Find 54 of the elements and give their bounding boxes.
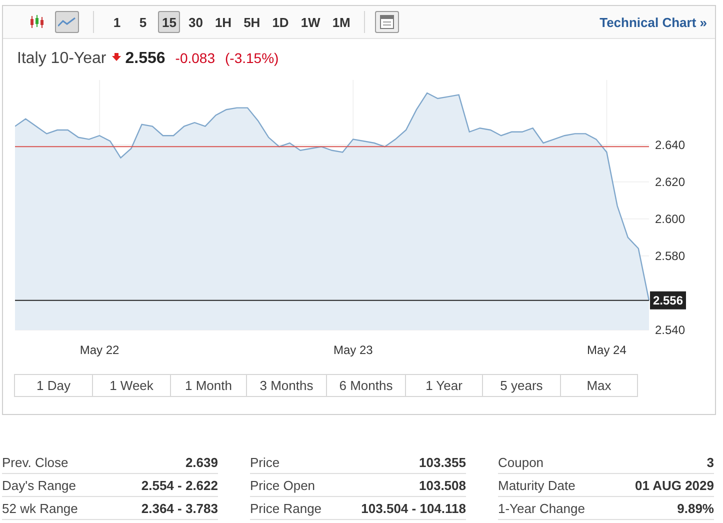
technical-chart-link[interactable]: Technical Chart »: [600, 14, 707, 30]
stat-label: Price Range: [250, 500, 322, 516]
stat-value: 9.89%: [677, 500, 714, 516]
axis-label: May 22: [80, 343, 120, 357]
axis-label: 2.640: [655, 138, 686, 152]
chart-type-button[interactable]: [55, 11, 79, 33]
range-button[interactable]: 5 years: [482, 374, 561, 397]
range-button[interactable]: Max: [560, 374, 638, 397]
range-button[interactable]: 1 Year: [405, 374, 483, 397]
axis-label: 2.600: [655, 212, 686, 226]
stat-value: 01 AUG 2029: [634, 478, 714, 492]
line-chart-icon: [58, 16, 76, 28]
price-badge: 2.556: [650, 291, 686, 310]
interval-button[interactable]: 1D: [268, 11, 293, 33]
interval-button[interactable]: 30: [184, 11, 207, 33]
interval-button[interactable]: 1M: [328, 11, 354, 33]
stat-label: Coupon: [498, 454, 544, 470]
stat-value: 2.639: [185, 454, 218, 470]
stat-value: 3: [706, 454, 714, 470]
last-price: 2.556: [125, 50, 166, 68]
range-button[interactable]: 1 Week: [92, 374, 171, 397]
percent-change: (-3.15%): [225, 50, 279, 66]
axis-label: 2.620: [655, 174, 686, 189]
stat-label: Maturity Date: [498, 478, 576, 492]
stat-value: 103.508: [419, 478, 466, 492]
axis-label: May 24: [587, 343, 626, 357]
stat-label: Prev. Close: [2, 454, 68, 470]
axis-label: 2.540: [655, 323, 686, 337]
range-button[interactable]: 1 Month: [170, 374, 247, 397]
interval-button[interactable]: 5: [132, 11, 154, 33]
stat-label: 52 wk Range: [2, 500, 78, 516]
interval-button[interactable]: 1H: [210, 11, 236, 33]
stat-label: Price: [250, 454, 280, 470]
interval-button[interactable]: 1W: [296, 11, 324, 33]
stat-value: 103.355: [419, 454, 466, 470]
price-change: -0.083: [175, 50, 215, 66]
interval-button[interactable]: 1: [106, 11, 128, 33]
instrument-name: Italy 10-Year: [17, 50, 106, 68]
stat-label: 1-Year Change: [498, 500, 585, 516]
range-button[interactable]: 3 Months: [246, 374, 327, 397]
axis-label: 2.580: [655, 248, 686, 263]
stat-value: 2.554 - 2.622: [141, 478, 218, 492]
range-button[interactable]: 6 Months: [326, 374, 406, 397]
layout-button[interactable]: [375, 11, 400, 33]
window-icon: [380, 15, 394, 29]
stat-value: 2.364 - 3.783: [141, 500, 218, 516]
stat-label: Day's Range: [2, 478, 76, 492]
stat-value: 103.504 - 104.118: [361, 500, 466, 516]
axis-label: May 23: [333, 343, 373, 357]
stat-label: Price Open: [250, 478, 316, 492]
interval-button[interactable]: 15: [158, 11, 180, 33]
candlestick-icon: [29, 15, 45, 29]
interval-button[interactable]: 5H: [240, 11, 264, 33]
range-button[interactable]: 1 Day: [14, 374, 93, 397]
